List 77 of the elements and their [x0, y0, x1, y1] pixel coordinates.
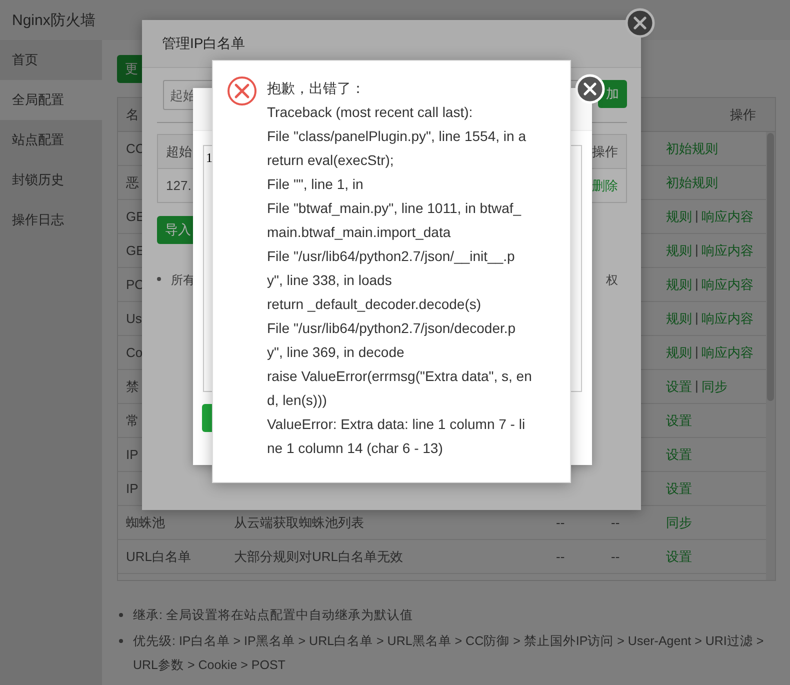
- error-line: return _default_decoder.decode(s): [267, 295, 482, 314]
- action-link[interactable]: 响应内容: [701, 344, 754, 362]
- table-cell: 恶: [126, 174, 139, 192]
- table-cell: --: [611, 549, 620, 564]
- action-link[interactable]: 规则: [666, 242, 692, 260]
- error-line: ValueError: Extra data: line 1 column 7 - li: [267, 415, 526, 434]
- separator: |: [695, 344, 698, 361]
- sidebar-item[interactable]: 操作日志: [0, 200, 102, 240]
- note-text: 所有: [171, 273, 195, 287]
- table-cell: 禁: [126, 378, 139, 396]
- table-cell: Co: [126, 345, 143, 360]
- bullet-icon: [119, 639, 123, 643]
- action-link[interactable]: 同步: [701, 378, 728, 396]
- column-header: 操作: [592, 142, 618, 160]
- error-title: 抱歉，出错了：: [267, 79, 366, 98]
- separator: |: [695, 276, 698, 293]
- table-cell: Us: [126, 311, 142, 326]
- error-line: return eval(execStr);: [267, 151, 395, 170]
- error-icon: [227, 76, 257, 106]
- action-link[interactable]: 初始规则: [666, 174, 718, 192]
- table-cell: 127.: [166, 178, 192, 193]
- table-cell: 常: [126, 412, 139, 430]
- action-link[interactable]: 设置: [666, 412, 692, 430]
- scrollbar[interactable]: [766, 132, 775, 580]
- action-link[interactable]: 设置: [666, 480, 692, 498]
- error-line: d, len(s))): [267, 391, 328, 410]
- delete-link[interactable]: 删除: [592, 176, 618, 194]
- error-line: File "", line 1, in: [267, 175, 364, 194]
- table-cell: 大部分规则对URL白名单无效: [234, 548, 404, 564]
- action-link[interactable]: 设置: [666, 548, 692, 566]
- note-text: 优先级: IP白名单 > IP黑名单 > URL白名单 > URL黑名单 > CC防御 > 禁止国外IP访问 > User-Agent > URI过滤 > URL参数 > Cookie > POST: [133, 633, 765, 674]
- action-link[interactable]: 设置: [666, 378, 692, 396]
- separator: |: [695, 310, 698, 327]
- note-text: 继承: 全局设置将在站点配置中自动继承为默认值: [133, 607, 413, 624]
- sidebar-item[interactable]: 全局配置: [0, 80, 102, 120]
- error-line: File "class/panelPlugin.py", line 1554, in a: [267, 127, 527, 146]
- error-line: y", line 369, in decode: [267, 343, 406, 362]
- error-line: main.btwaf_main.import_data: [267, 223, 452, 242]
- sidebar-item[interactable]: 首页: [0, 40, 102, 80]
- error-line: y", line 338, in loads: [267, 271, 393, 290]
- action-link[interactable]: 规则: [666, 344, 692, 362]
- separator: |: [695, 378, 698, 395]
- action-link[interactable]: 规则: [666, 208, 692, 226]
- app-title: Nginx防火墙: [12, 10, 96, 30]
- action-link[interactable]: 响应内容: [701, 276, 754, 294]
- action-link[interactable]: 规则: [666, 310, 692, 328]
- table-cell: --: [556, 515, 565, 530]
- separator: |: [695, 208, 698, 225]
- sidebar-item[interactable]: 站点配置: [0, 120, 102, 160]
- error-line: raise ValueError(errmsg("Extra data", s, en: [267, 367, 532, 386]
- action-link[interactable]: 响应内容: [701, 242, 754, 260]
- sidebar-item[interactable]: 封锁历史: [0, 160, 102, 200]
- column-header: 操作: [730, 106, 756, 124]
- bullet-icon: [157, 277, 161, 282]
- action-link[interactable]: 初始规则: [666, 140, 718, 158]
- error-line: File "btwaf_main.py", line 1011, in btwaf_: [267, 199, 522, 218]
- error-line: File "/usr/lib64/python2.7/json/__init__.p: [267, 247, 516, 266]
- table-cell: URL白名单: [126, 548, 192, 566]
- action-link[interactable]: 设置: [666, 446, 692, 464]
- error-line: Traceback (most recent call last):: [267, 103, 474, 122]
- separator: |: [695, 242, 698, 259]
- column-header: 名: [126, 106, 139, 124]
- column-header: 超始: [166, 142, 192, 160]
- error-line: ne 1 column 14 (char 6 - 13): [267, 439, 444, 458]
- action-link[interactable]: 同步: [666, 514, 692, 532]
- action-link[interactable]: 响应内容: [701, 310, 754, 328]
- action-link[interactable]: 响应内容: [701, 208, 754, 226]
- table-cell: IP: [126, 447, 138, 462]
- note-text: 权: [606, 272, 618, 289]
- table-cell: --: [611, 515, 620, 530]
- table-cell: 从云端获取蜘蛛池列表: [234, 514, 364, 530]
- action-link[interactable]: 规则: [666, 276, 692, 294]
- error-line: File "/usr/lib64/python2.7/json/decoder.p: [267, 319, 517, 338]
- table-cell: IP: [126, 481, 138, 496]
- bullet-icon: [119, 613, 123, 617]
- table-cell: 蜘蛛池: [126, 514, 165, 532]
- table-cell: --: [556, 549, 565, 564]
